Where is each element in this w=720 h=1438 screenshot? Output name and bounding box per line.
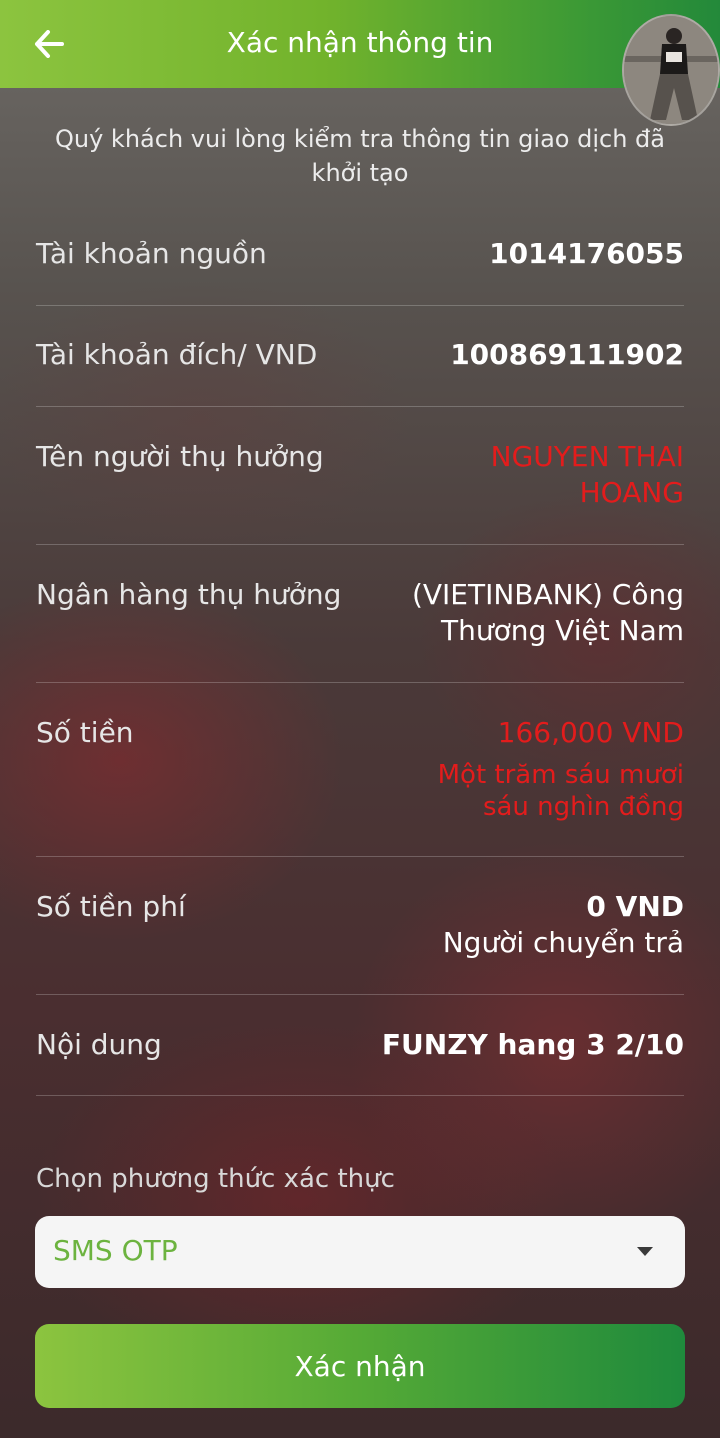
beneficiary-bank-value: (VIETINBANK) Công Thương Việt Nam: [411, 578, 684, 647]
auth-method-label: Chọn phương thức xác thực: [36, 1164, 395, 1194]
detail-label: Tên người thụ hưởng: [36, 440, 324, 473]
detail-row-fee: Số tiền phí 0 VND Người chuyển trả: [36, 889, 684, 995]
detail-row-destination-account: Tài khoản đích/ VND 100869111902: [36, 337, 684, 407]
avatar[interactable]: [622, 14, 720, 126]
amount-value: 166,000 VND: [497, 716, 684, 749]
confirm-button[interactable]: Xác nhận: [35, 1324, 685, 1408]
auth-method-select[interactable]: SMS OTP: [35, 1216, 685, 1288]
auth-method-value: SMS OTP: [53, 1234, 178, 1267]
detail-row-amount: Số tiền 166,000 VND Một trăm sáu mươi sá…: [36, 715, 684, 857]
arrow-left-icon: [35, 30, 64, 58]
instruction-text: Quý khách vui lòng kiểm tra thông tin gi…: [55, 125, 665, 187]
fee-value: 0 VND: [586, 890, 684, 923]
detail-label: Số tiền phí: [36, 890, 186, 923]
detail-row-beneficiary-name: Tên người thụ hưởng NGUYEN THAI HOANG: [36, 439, 684, 545]
app-header: Xác nhận thông tin: [0, 0, 720, 88]
amount-in-words: Một trăm sáu mươi sáu nghìn đồng: [437, 760, 684, 822]
detail-row-beneficiary-bank: Ngân hàng thụ hưởng (VIETINBANK) Công Th…: [36, 577, 684, 683]
avatar-photo: [624, 16, 718, 124]
detail-row-content: Nội dung FUNZY hang 3 2/10: [36, 1027, 684, 1096]
detail-value: 1014176055: [489, 237, 684, 270]
detail-label: Tài khoản đích/ VND: [36, 338, 318, 371]
detail-label: Ngân hàng thụ hưởng: [36, 578, 342, 611]
page-title: Xác nhận thông tin: [226, 26, 494, 59]
detail-value: 100869111902: [450, 338, 684, 371]
content-value: FUNZY hang 3 2/10: [381, 1028, 684, 1061]
detail-label: Nội dung: [36, 1028, 162, 1061]
chevron-down-icon: [637, 1247, 653, 1256]
back-button[interactable]: [24, 20, 74, 68]
detail-label: Số tiền: [36, 716, 134, 749]
beneficiary-name-value: NGUYEN THAI HOANG: [490, 440, 684, 509]
fee-payer: Người chuyển trả: [442, 926, 684, 959]
detail-row-source-account: Tài khoản nguồn 1014176055: [36, 236, 684, 306]
detail-label: Tài khoản nguồn: [36, 237, 267, 270]
